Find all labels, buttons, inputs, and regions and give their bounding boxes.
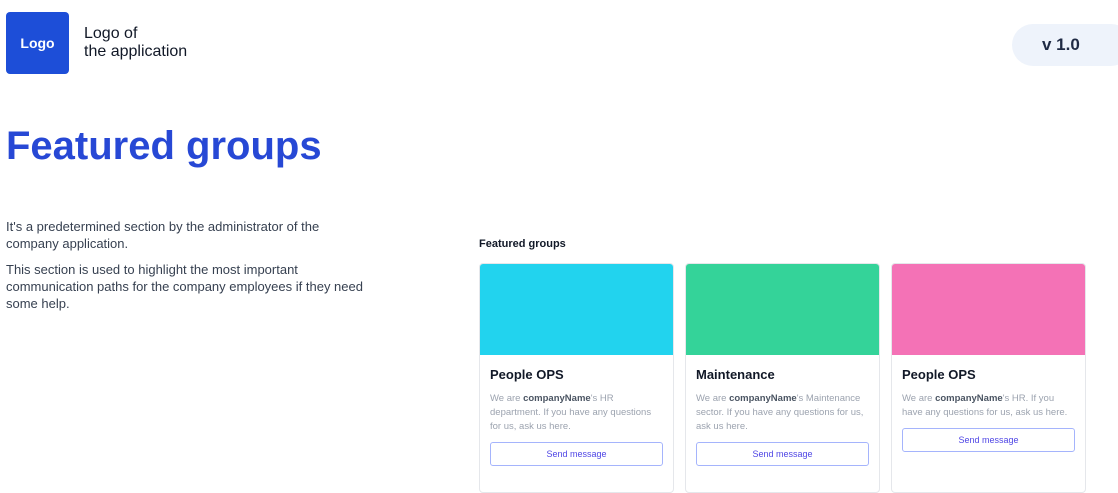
card-description: We are companyName's HR department. If y… <box>490 392 663 434</box>
version-text: v 1.0 <box>1042 35 1080 54</box>
card-banner <box>686 264 879 355</box>
card-description: We are companyName's HR. If you have any… <box>902 392 1075 420</box>
version-badge: v 1.0 <box>1012 24 1118 66</box>
desc-prefix: We are <box>902 393 936 404</box>
card-title: People OPS <box>902 367 976 382</box>
send-message-button[interactable]: Send message <box>490 442 663 466</box>
intro-text: It's a predetermined section by the admi… <box>6 218 366 321</box>
intro-paragraph-1: It's a predetermined section by the admi… <box>6 219 320 251</box>
group-card-people-ops: People OPS We are companyName's HR depar… <box>479 263 674 493</box>
group-card-maintenance: Maintenance We are companyName's Mainten… <box>685 263 880 493</box>
logo-label: Logo <box>20 35 55 51</box>
logo-caption-line1: Logo of <box>84 25 138 42</box>
logo-caption: Logo of the application <box>84 25 224 61</box>
logo-caption-line2: the application <box>84 43 188 60</box>
card-body: People OPS We are companyName's HR depar… <box>480 355 673 466</box>
card-title: People OPS <box>490 367 564 382</box>
card-body: Maintenance We are companyName's Mainten… <box>686 355 879 466</box>
app-logo: Logo <box>6 12 69 74</box>
desc-prefix: We are <box>696 393 730 404</box>
desc-prefix: We are <box>490 393 524 404</box>
card-description: We are companyName's Maintenance sector.… <box>696 392 869 434</box>
company-name: companyName <box>729 393 797 404</box>
featured-groups-cards: People OPS We are companyName's HR depar… <box>479 263 1086 493</box>
card-title: Maintenance <box>696 367 775 382</box>
send-message-button[interactable]: Send message <box>696 442 869 466</box>
send-message-button[interactable]: Send message <box>902 428 1075 452</box>
card-banner <box>892 264 1085 355</box>
group-card-people-ops-hr: People OPS We are companyName's HR. If y… <box>891 263 1086 493</box>
card-banner <box>480 264 673 355</box>
featured-groups-label: Featured groups <box>479 238 566 250</box>
page-title: Featured groups <box>6 124 322 168</box>
company-name: companyName <box>523 393 591 404</box>
card-body: People OPS We are companyName's HR. If y… <box>892 355 1085 452</box>
company-name: companyName <box>935 393 1003 404</box>
intro-paragraph-2: This section is used to highlight the mo… <box>6 262 363 311</box>
